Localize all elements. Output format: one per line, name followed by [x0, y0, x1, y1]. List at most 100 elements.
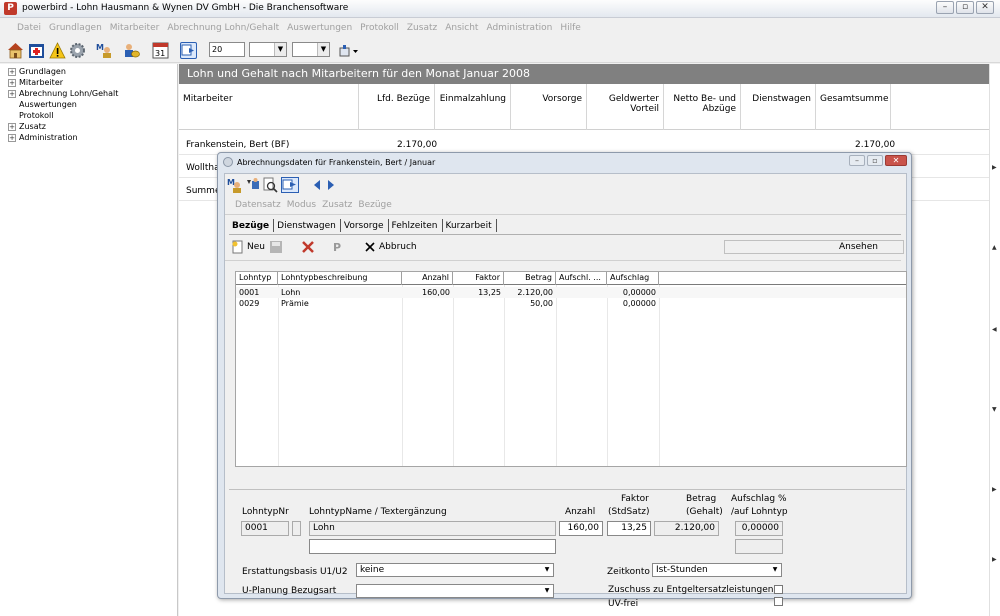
- cancel-button[interactable]: Abbruch: [363, 238, 417, 256]
- menu-abrechnung[interactable]: Abrechnung Lohn/Gehalt: [164, 19, 284, 37]
- col-gesamtsumme[interactable]: Gesamtsumme: [816, 84, 891, 130]
- col-einmalzahlung[interactable]: Einmalzahlung: [435, 84, 511, 130]
- zuschuss-checkbox[interactable]: [774, 585, 783, 594]
- menu-datei[interactable]: Datei: [14, 19, 46, 37]
- expand-icon[interactable]: +: [8, 67, 16, 76]
- chevron-down-icon[interactable]: ▼: [317, 43, 329, 56]
- chevron-down-icon[interactable]: ▼: [542, 565, 552, 575]
- prev-record-icon[interactable]: [311, 177, 323, 193]
- grid-col-aufschl[interactable]: Aufschl. ...: [556, 272, 607, 285]
- menu-ansicht[interactable]: Ansicht: [442, 19, 483, 37]
- grid-col-faktor[interactable]: Faktor: [453, 272, 504, 285]
- lohntypname-field[interactable]: Lohn: [309, 521, 556, 536]
- menu-grundlagen[interactable]: Grundlagen: [46, 19, 107, 37]
- dialog-close-button[interactable]: ✕: [885, 155, 907, 166]
- expand-icon[interactable]: +: [8, 133, 16, 142]
- maximize-button[interactable]: ▫: [956, 1, 974, 14]
- tree-item-mitarbeiter[interactable]: + Mitarbeiter: [8, 77, 177, 88]
- table-row[interactable]: 0001 Lohn 160,00 13,25 2.120,00 0,00000: [236, 287, 906, 298]
- employee-icon[interactable]: M: [96, 42, 113, 59]
- warning-icon[interactable]: [49, 42, 66, 59]
- dialog-minimize-button[interactable]: –: [849, 155, 865, 166]
- grid-col-aufschlag[interactable]: Aufschlag: [607, 272, 659, 285]
- scroll-marker[interactable]: ▼: [992, 406, 997, 413]
- uplanung-select[interactable]: ▼: [356, 584, 554, 598]
- save-button[interactable]: [269, 238, 285, 256]
- erstattungsbasis-select[interactable]: keine ▼: [356, 563, 554, 577]
- export-icon[interactable]: [180, 42, 197, 59]
- scroll-marker[interactable]: ▶: [992, 164, 997, 171]
- close-button[interactable]: ✕: [976, 1, 994, 14]
- grid-col-anzahl[interactable]: Anzahl: [402, 272, 453, 285]
- scroll-marker[interactable]: ▶: [992, 556, 997, 563]
- gear-icon[interactable]: [69, 42, 86, 59]
- dialog-menu-datensatz[interactable]: Datensatz: [235, 200, 281, 214]
- calendar-31-icon[interactable]: 31: [152, 42, 169, 59]
- new-button[interactable]: Neu: [231, 238, 265, 256]
- chevron-down-icon[interactable]: ▼: [274, 43, 286, 56]
- minimize-button[interactable]: –: [936, 1, 954, 14]
- expand-icon[interactable]: +: [8, 89, 16, 98]
- textergaenzung-field[interactable]: [309, 539, 556, 554]
- export-icon[interactable]: [281, 177, 299, 193]
- uvfrei-checkbox[interactable]: [774, 597, 783, 606]
- dropdown-tool-icon[interactable]: [338, 42, 360, 59]
- dialog-maximize-button[interactable]: ▫: [867, 155, 883, 166]
- scroll-marker[interactable]: ▲: [992, 244, 997, 251]
- calendar-plus-icon[interactable]: [28, 42, 45, 59]
- chevron-down-icon[interactable]: ▼: [542, 586, 552, 596]
- lohntyp-lookup-button[interactable]: [292, 521, 301, 536]
- faktor-field[interactable]: 13,25: [607, 521, 651, 536]
- menu-administration[interactable]: Administration: [483, 19, 557, 37]
- grid-col-beschreibung[interactable]: Lohntypbeschreibung: [278, 272, 402, 285]
- next-record-icon[interactable]: [325, 177, 337, 193]
- zeitkonto-select[interactable]: Ist-Stunden ▼: [652, 563, 782, 577]
- toolbar-combo-3[interactable]: ▼: [292, 42, 330, 57]
- toolbar-combo-2[interactable]: ▼: [249, 42, 287, 57]
- tab-dienstwagen[interactable]: Dienstwagen: [274, 219, 341, 232]
- col-vorsorge[interactable]: Vorsorge: [511, 84, 587, 130]
- tab-kurzarbeit[interactable]: Kurzarbeit: [443, 219, 497, 232]
- grid-col-lohntyp[interactable]: Lohntyp: [236, 272, 278, 285]
- toolbar-combo-1[interactable]: 20: [209, 42, 245, 57]
- col-dienstwagen[interactable]: Dienstwagen: [741, 84, 816, 130]
- expand-icon[interactable]: +: [8, 122, 16, 131]
- sort-employee-icon[interactable]: [245, 177, 261, 193]
- aufschlag-lohntyp-field[interactable]: [735, 539, 783, 554]
- tab-fehlzeiten[interactable]: Fehlzeiten: [389, 219, 443, 232]
- col-lfd-bezuege[interactable]: Lfd. Bezüge: [359, 84, 435, 130]
- p-button[interactable]: P: [333, 238, 341, 256]
- menu-auswertungen[interactable]: Auswertungen: [284, 19, 357, 37]
- anzahl-field[interactable]: 160,00: [559, 521, 603, 536]
- menu-zusatz[interactable]: Zusatz: [404, 19, 442, 37]
- table-row[interactable]: 0029 Prämie 50,00 0,00000: [236, 298, 906, 309]
- aufschlag-field[interactable]: 0,00000: [735, 521, 783, 536]
- tree-item-zusatz[interactable]: + Zusatz: [8, 121, 177, 132]
- tab-vorsorge[interactable]: Vorsorge: [341, 219, 389, 232]
- grid-col-betrag[interactable]: Betrag: [504, 272, 556, 285]
- employee-icon[interactable]: M: [227, 177, 243, 193]
- menu-hilfe[interactable]: Hilfe: [557, 19, 585, 37]
- scroll-marker[interactable]: ▶: [992, 486, 997, 493]
- people-money-icon[interactable]: [123, 42, 140, 59]
- tab-bezuege[interactable]: Bezüge: [229, 219, 275, 232]
- lohntypnr-field[interactable]: 0001: [241, 521, 289, 536]
- dialog-menu-zusatz[interactable]: Zusatz: [322, 200, 352, 214]
- scroll-marker[interactable]: ◀: [992, 326, 997, 333]
- delete-button[interactable]: [301, 238, 317, 256]
- tree-item-grundlagen[interactable]: + Grundlagen: [8, 66, 177, 77]
- dialog-menu-modus[interactable]: Modus: [287, 200, 316, 214]
- tree-item-protokoll[interactable]: Protokoll: [8, 110, 177, 121]
- col-netto[interactable]: Netto Be- und Abzüge: [664, 84, 741, 130]
- tree-item-administration[interactable]: + Administration: [8, 132, 177, 143]
- dialog-menu-bezuege[interactable]: Bezüge: [358, 200, 391, 214]
- search-icon[interactable]: [263, 177, 279, 193]
- col-mitarbeiter[interactable]: Mitarbeiter: [179, 84, 359, 130]
- menu-mitarbeiter[interactable]: Mitarbeiter: [107, 19, 165, 37]
- home-icon[interactable]: [7, 42, 24, 59]
- chevron-down-icon[interactable]: ▼: [770, 565, 780, 575]
- tree-item-abrechnung[interactable]: + Abrechnung Lohn/Gehalt: [8, 88, 177, 99]
- menu-protokoll[interactable]: Protokoll: [357, 19, 404, 37]
- col-geldwerter-vorteil[interactable]: Geldwerter Vorteil: [587, 84, 664, 130]
- tree-item-auswertungen[interactable]: Auswertungen: [8, 99, 177, 110]
